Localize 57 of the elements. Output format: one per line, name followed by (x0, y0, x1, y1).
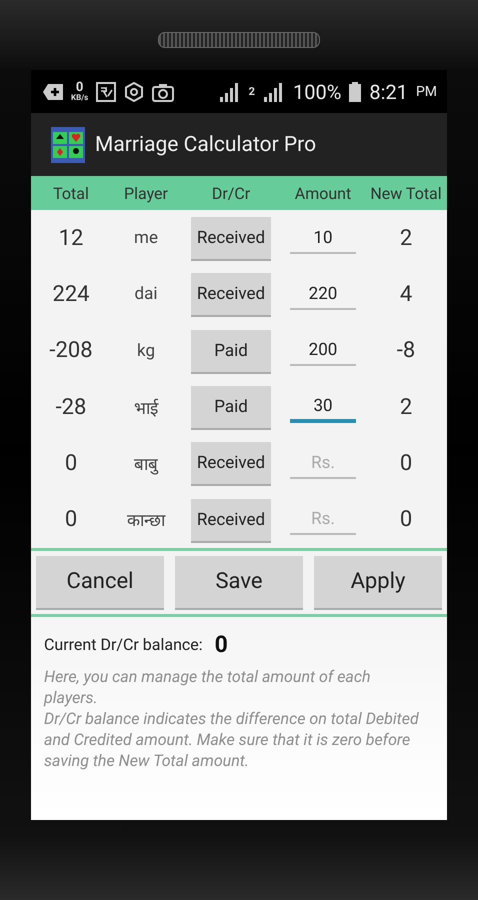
action-button[interactable]: Cancel (36, 556, 164, 608)
new-total-value: 4 (400, 282, 412, 307)
amount-field[interactable]: Rs. (290, 448, 356, 479)
player-name: कान्छा (127, 510, 165, 532)
column-header: Amount (294, 184, 352, 202)
speed-unit: KB/s (71, 94, 88, 102)
new-total-value: -8 (396, 338, 416, 364)
total-value: -28 (56, 394, 86, 420)
total-value: -208 (49, 338, 93, 364)
battery-level: 100% (292, 80, 342, 104)
amount-field[interactable]: 220 (290, 278, 356, 310)
action-button[interactable]: Save (175, 556, 303, 608)
hint-text: Dr/Cr balance indicates the difference on total Debited and Credited amount. Make sure that it is zero before saving the New Total amount. (44, 708, 419, 771)
column-header: Player (123, 184, 169, 202)
amount-field[interactable]: 200 (290, 335, 356, 366)
drcr-toggle-button[interactable]: Received (191, 273, 271, 316)
action-button[interactable]: Apply (314, 556, 442, 608)
drcr-toggle-button[interactable]: Paid (191, 386, 271, 428)
new-total-value: 0 (400, 507, 412, 532)
total-value: 0 (64, 507, 78, 532)
column-header: New Total (369, 184, 443, 202)
drcr-toggle-button[interactable]: Received (191, 217, 271, 260)
player-name: भाई (134, 398, 158, 419)
player-name: kg (137, 340, 155, 361)
rupee-icon (96, 82, 116, 102)
app-logo-icon (51, 126, 85, 162)
hint-text: Here, you can manage the total amount of each players. (44, 666, 372, 708)
amount-field[interactable]: 10 (290, 222, 356, 254)
drcr-toggle-button[interactable]: Received (191, 442, 271, 484)
new-total-value: 2 (400, 394, 412, 420)
clock-time: 8:21 (369, 80, 408, 104)
network-speed: 0 (76, 81, 84, 94)
drcr-toggle-button[interactable]: Paid (191, 330, 271, 372)
new-total-value: 0 (400, 450, 412, 476)
total-value: 0 (64, 450, 78, 476)
settings-icon (124, 82, 144, 102)
amount-field[interactable]: Rs. (290, 504, 356, 536)
signal-icon (262, 82, 285, 102)
signal-icon (218, 82, 241, 102)
amount-field[interactable]: 30 (290, 391, 356, 424)
app-title: Marriage Calculator Pro (95, 132, 316, 156)
camera-icon (152, 82, 174, 102)
column-header: Dr/Cr (210, 184, 252, 202)
notification-add-icon (43, 84, 63, 100)
total-value: 12 (58, 226, 84, 251)
balance-label: Current Dr/Cr balance: (44, 634, 203, 654)
total-value: 224 (52, 282, 90, 307)
drcr-toggle-button[interactable]: Received (191, 498, 271, 541)
player-name: me (134, 228, 158, 248)
player-name: dai (134, 284, 158, 304)
player-name: बाबु (134, 454, 158, 475)
column-header: Total (52, 184, 90, 202)
balance-value: 0 (214, 630, 228, 658)
sim-label: 2 (248, 85, 255, 98)
battery-icon (349, 82, 362, 102)
clock-period: PM (416, 84, 437, 100)
new-total-value: 2 (400, 226, 412, 251)
